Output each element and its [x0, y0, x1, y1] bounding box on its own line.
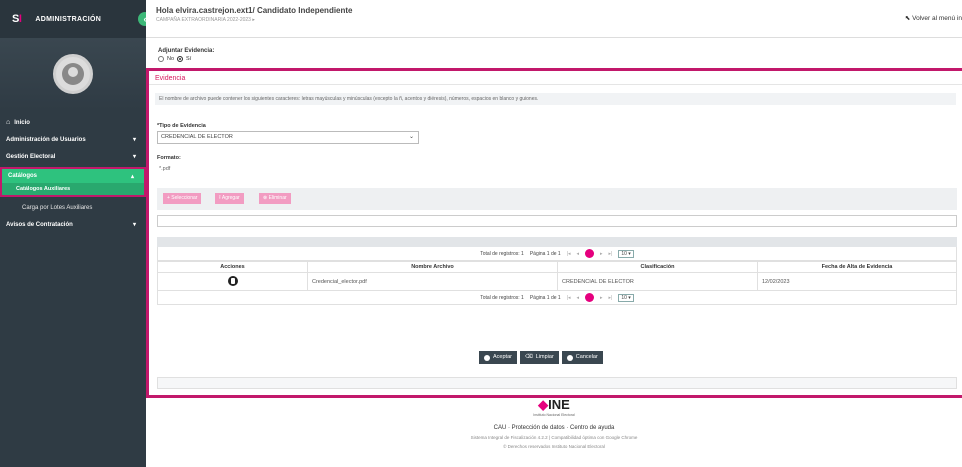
- col-acciones: Acciones: [157, 261, 308, 273]
- next-page-icon[interactable]: ▸: [600, 251, 603, 257]
- first-page-icon[interactable]: |◂: [567, 251, 571, 257]
- panel-footer-bar: [157, 377, 957, 389]
- user-icon: [62, 63, 84, 85]
- process-subtitle[interactable]: CAMPAÑA EXTRAORDINARIA 2022-2023 ▸: [156, 17, 255, 23]
- table-caption-bar: [157, 237, 957, 247]
- formato-value: *.pdf: [159, 166, 171, 172]
- evidencia-panel: Evidencia El nombre de archivo puede con…: [146, 68, 962, 398]
- adjuntar-label: Adjuntar Evidencia:: [158, 48, 215, 54]
- sidebar-item-gestion-electoral[interactable]: Gestión Electoral ▾: [0, 148, 146, 165]
- chevron-down-icon: ▾: [132, 154, 136, 160]
- last-page-icon[interactable]: ▸|: [609, 251, 613, 257]
- sidebar-item-inicio[interactable]: ⌂ Inicio: [0, 114, 146, 131]
- sidebar-item-admin-usuarios[interactable]: Administración de Usuarios ▾: [0, 131, 146, 148]
- cancel-icon: [566, 354, 573, 361]
- table-header-row: Acciones Nombre Archivo Clasificación Fe…: [157, 261, 957, 273]
- ine-subtitle: Instituto Nacional Electoral: [533, 413, 575, 417]
- seleccionar-button[interactable]: + Seleccionar: [163, 193, 202, 204]
- page-size-select[interactable]: 10 ▾: [618, 249, 634, 258]
- section-title: Evidencia: [149, 71, 962, 85]
- cell-fecha: 12/02/2023: [757, 272, 957, 291]
- form-actions: Aceptar ⌫ Limpiar Cancelar: [479, 351, 603, 364]
- ine-logo-mark: ◆: [538, 397, 549, 412]
- adjuntar-radio-group: No Sí: [158, 56, 191, 62]
- footer-system-info: Sistema Integral de Fiscalización 4.2.2 …: [470, 435, 638, 440]
- chevron-down-icon: ⌄: [408, 134, 414, 140]
- sidebar-item-catalogos-auxiliares[interactable]: Catálogos Auxiliares: [2, 183, 144, 195]
- filename-info: El nombre de archivo puede contener los …: [155, 93, 956, 105]
- footer-copyright: © Derechos reservados Instituto Nacional…: [503, 444, 605, 449]
- col-fecha-alta: Fecha de Alta de Evidencia: [757, 261, 957, 273]
- sif-logo: SI: [12, 13, 22, 25]
- footer-links[interactable]: CAU · Protección de datos · Centro de ay…: [146, 425, 962, 431]
- cell-file-name: Credencial_elector.pdf: [307, 272, 558, 291]
- col-clasificacion: Clasificación: [557, 261, 758, 273]
- pager-bottom: Total de registros: 1 Página 1 de 1 |◂ ◂…: [157, 291, 957, 305]
- radio-no[interactable]: [158, 56, 164, 62]
- eliminar-button[interactable]: ⊗ Eliminar: [259, 193, 291, 204]
- eraser-icon: ⌫: [524, 354, 533, 360]
- sidebar-item-catalogos[interactable]: Catálogos ▴: [2, 169, 144, 183]
- evidence-table: Total de registros: 1 Página 1 de 1 |◂ ◂…: [157, 237, 957, 305]
- home-icon: ⌂: [6, 119, 11, 126]
- prev-page-icon[interactable]: ◂: [577, 295, 580, 301]
- sidebar-group-catalogos: Catálogos ▴ Catálogos Auxiliares: [0, 167, 146, 197]
- row-actions: [157, 272, 308, 291]
- file-queue: [157, 215, 957, 227]
- top-header: Hola elvira.castrejon.ext1/ Candidato In…: [146, 0, 962, 38]
- sidebar-item-avisos-contratacion[interactable]: Avisos de Contratación ▾: [0, 216, 146, 233]
- page-footer: ◆INE Instituto Nacional Electoral CAU · …: [146, 395, 962, 467]
- avatar[interactable]: [53, 54, 93, 94]
- sidebar-menu: ⌂ Inicio Administración de Usuarios ▾ Gest…: [0, 114, 146, 233]
- evidence-grid: Acciones Nombre Archivo Clasificación Fe…: [157, 261, 957, 291]
- page-size-select[interactable]: 10 ▾: [618, 293, 634, 302]
- sidebar: SI ADMINISTRACIÓN ‹ ⌂ Inicio Administraci…: [0, 0, 152, 467]
- next-page-icon[interactable]: ▸: [600, 295, 603, 301]
- pager-top: Total de registros: 1 Página 1 de 1 |◂ ◂…: [157, 247, 957, 261]
- brand-title: ADMINISTRACIÓN: [35, 15, 102, 23]
- chevron-down-icon: ▾: [132, 137, 136, 143]
- profile-area: [0, 38, 146, 110]
- tipo-evidencia-select[interactable]: CREDENCIAL DE ELECTOR ⌄: [157, 131, 419, 144]
- delete-icon[interactable]: [227, 275, 238, 286]
- table-row: Credencial_elector.pdf CREDENCIAL DE ELE…: [157, 272, 957, 291]
- prev-page-icon[interactable]: ◂: [577, 251, 580, 257]
- back-to-menu-link[interactable]: ⬉ Volver al menú in: [905, 14, 962, 22]
- file-toolbar: + Seleccionar ⭱ Agregar ⊗ Eliminar: [157, 188, 957, 210]
- formato-label: Formato:: [157, 155, 181, 161]
- check-icon: [484, 354, 490, 361]
- tipo-evidencia-label: *Tipo de Evidencia: [157, 123, 206, 129]
- greeting: Hola elvira.castrejon.ext1/ Candidato In…: [156, 6, 353, 15]
- limpiar-button[interactable]: ⌫ Limpiar: [519, 351, 559, 364]
- radio-si[interactable]: [177, 56, 184, 62]
- back-arrow-icon: ⬉: [904, 15, 911, 22]
- last-page-icon[interactable]: ▸|: [609, 295, 613, 301]
- agregar-button[interactable]: ⭱ Agregar: [215, 193, 244, 204]
- current-page-indicator[interactable]: [585, 249, 595, 258]
- cell-clasificacion: CREDENCIAL DE ELECTOR: [557, 272, 758, 291]
- current-page-indicator[interactable]: [585, 293, 595, 302]
- col-nombre-archivo: Nombre Archivo: [307, 261, 558, 273]
- ine-logo: ◆INE: [538, 397, 570, 412]
- sidebar-item-carga-lotes[interactable]: Carga por Lotes Auxiliares: [0, 199, 146, 216]
- first-page-icon[interactable]: |◂: [567, 295, 571, 301]
- cancelar-button[interactable]: Cancelar: [561, 351, 603, 364]
- chevron-down-icon: ▾: [132, 222, 136, 228]
- brand-bar: SI ADMINISTRACIÓN ‹: [0, 0, 152, 38]
- chevron-up-icon: ▴: [130, 173, 134, 180]
- aceptar-button[interactable]: Aceptar: [479, 351, 517, 364]
